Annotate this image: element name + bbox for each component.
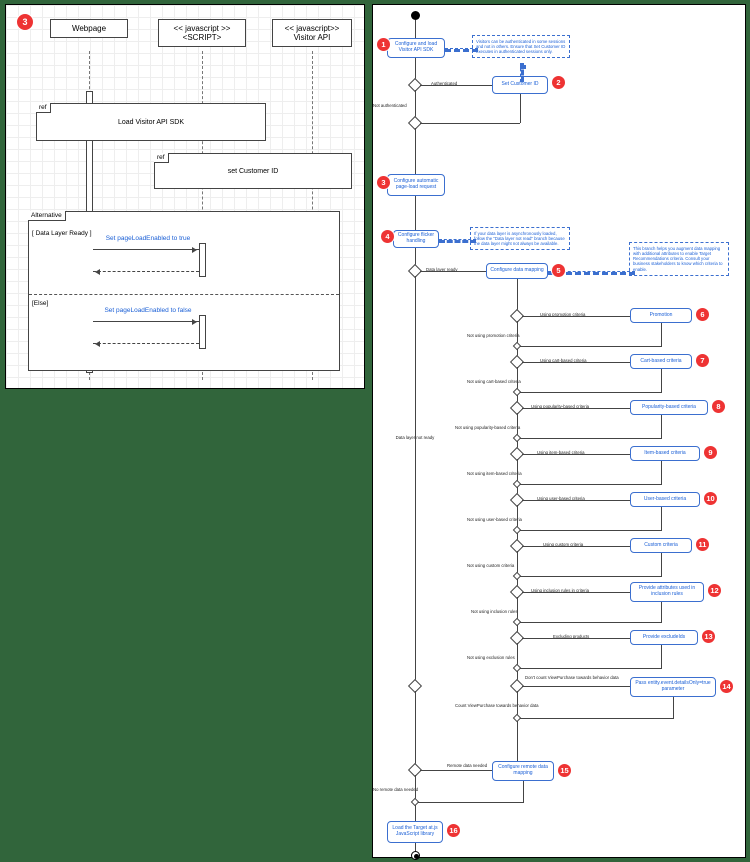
badge-13: 13 [701, 629, 716, 644]
badge-11: 11 [695, 537, 710, 552]
node-13: Provide excludeIds [630, 630, 698, 645]
lane-script: << javascript >> <SCRIPT> [158, 19, 246, 47]
node-10: User-based criteria [630, 492, 700, 507]
arrow-false-call [93, 321, 199, 322]
badge-15: 15 [557, 763, 572, 778]
badge-6: 6 [695, 307, 710, 322]
ref-load-sdk: ref Load Visitor API SDK [36, 103, 266, 141]
lbl-no-pop: Not using popularity-based criteria [455, 425, 520, 430]
arrow-true-call [93, 249, 199, 250]
node-6: Promotion [630, 308, 692, 323]
node-4: Configure flicker handling [393, 230, 439, 248]
arrow-true-return [93, 271, 199, 272]
note-async: If your data layer is asynchronously loa… [470, 227, 570, 250]
lbl-not-auth: Not authenticated [373, 103, 407, 108]
sequence-diagram-panel: 3 Webpage << javascript >> <SCRIPT> << j… [5, 4, 365, 389]
node-16: Load the Target at.js JavaScript library [387, 821, 443, 843]
badge-3-flow: 3 [376, 175, 391, 190]
msg-false: Set pageLoadEnabled to false [98, 307, 198, 314]
badge-4: 4 [380, 229, 395, 244]
lane-script-stereo: << javascript >> [161, 24, 243, 33]
guard-true: [ Data Layer Ready ] [32, 230, 92, 237]
node-12: Provide attributes used in inclusion rul… [630, 582, 704, 602]
note-auth: Visitors can be authenticated in some se… [472, 35, 570, 58]
ref-set-customer-id: ref set Customer ID [154, 153, 352, 189]
badge-14: 14 [719, 679, 734, 694]
lane-api: << javascript>> Visitor API [272, 19, 352, 47]
lbl-count: Count ViewPurchase towards behavior data [455, 703, 539, 708]
arrow-false-return [93, 343, 199, 344]
alt-tag: Alternative [28, 211, 66, 221]
badge-16: 16 [446, 823, 461, 838]
lbl-no-promo: Not using promotion criteria [467, 333, 520, 338]
badge-5: 5 [551, 263, 566, 278]
start-node [411, 11, 420, 20]
lbl-no-item: Not using item-based criteria [467, 471, 522, 476]
lbl-no-custom: Not using custom criteria [467, 563, 514, 568]
ref-tag-2: ref [154, 153, 169, 163]
lbl-no-excl: Not using exclusion rules [467, 655, 515, 660]
node-11: Custom criteria [630, 538, 692, 553]
badge-10: 10 [703, 491, 718, 506]
alt-divider [29, 294, 339, 295]
node-9: Item-based criteria [630, 446, 700, 461]
lbl-no-remote: No remote data needed [373, 787, 418, 792]
node-7: Cart-based criteria [630, 354, 692, 369]
ref-tag-1: ref [36, 103, 51, 113]
badge-12: 12 [707, 583, 722, 598]
node-3: Configure automatic page-load request [387, 174, 445, 196]
end-node [411, 851, 420, 860]
flowchart-panel: Configure and load Visitor API SDK 1 Vis… [372, 4, 746, 858]
guard-false: [Else] [32, 300, 48, 307]
node-8: Popularity-based criteria [630, 400, 708, 415]
activation-script-2 [199, 315, 206, 349]
badge-8: 8 [711, 399, 726, 414]
activation-script-1 [199, 243, 206, 277]
panel-badge-3: 3 [16, 13, 34, 31]
badge-1: 1 [376, 37, 391, 52]
lane-script-name: <SCRIPT> [161, 33, 243, 42]
lane-webpage: Webpage [50, 19, 128, 38]
badge-7: 7 [695, 353, 710, 368]
badge-9: 9 [703, 445, 718, 460]
lane-api-stereo: << javascript>> [275, 24, 349, 33]
lbl-no-incl: Not using inclusion rules [471, 609, 518, 614]
ref-label-1: Load Visitor API SDK [118, 119, 184, 126]
node-14: Pass entity.event.detailsOnly=true param… [630, 677, 716, 697]
lbl-no-cart: Not using cart-based criteria [467, 379, 521, 384]
msg-true: Set pageLoadEnabled to true [98, 235, 198, 242]
node-1: Configure and load Visitor API SDK [387, 38, 445, 58]
lbl-no-user: Not using user-based criteria [467, 517, 522, 522]
lane-api-name: Visitor API [275, 33, 349, 42]
node-5: Configure data mapping [486, 263, 548, 279]
ref-label-2: set Customer ID [228, 168, 279, 175]
lbl-dont-count: Don't count ViewPurchase towards behavio… [525, 675, 619, 680]
badge-2: 2 [551, 75, 566, 90]
note-branch: This branch helps you augment data mappi… [629, 242, 729, 276]
node-15: Configure remote data mapping [492, 761, 554, 781]
lbl-remote: Remote data needed [447, 763, 487, 768]
